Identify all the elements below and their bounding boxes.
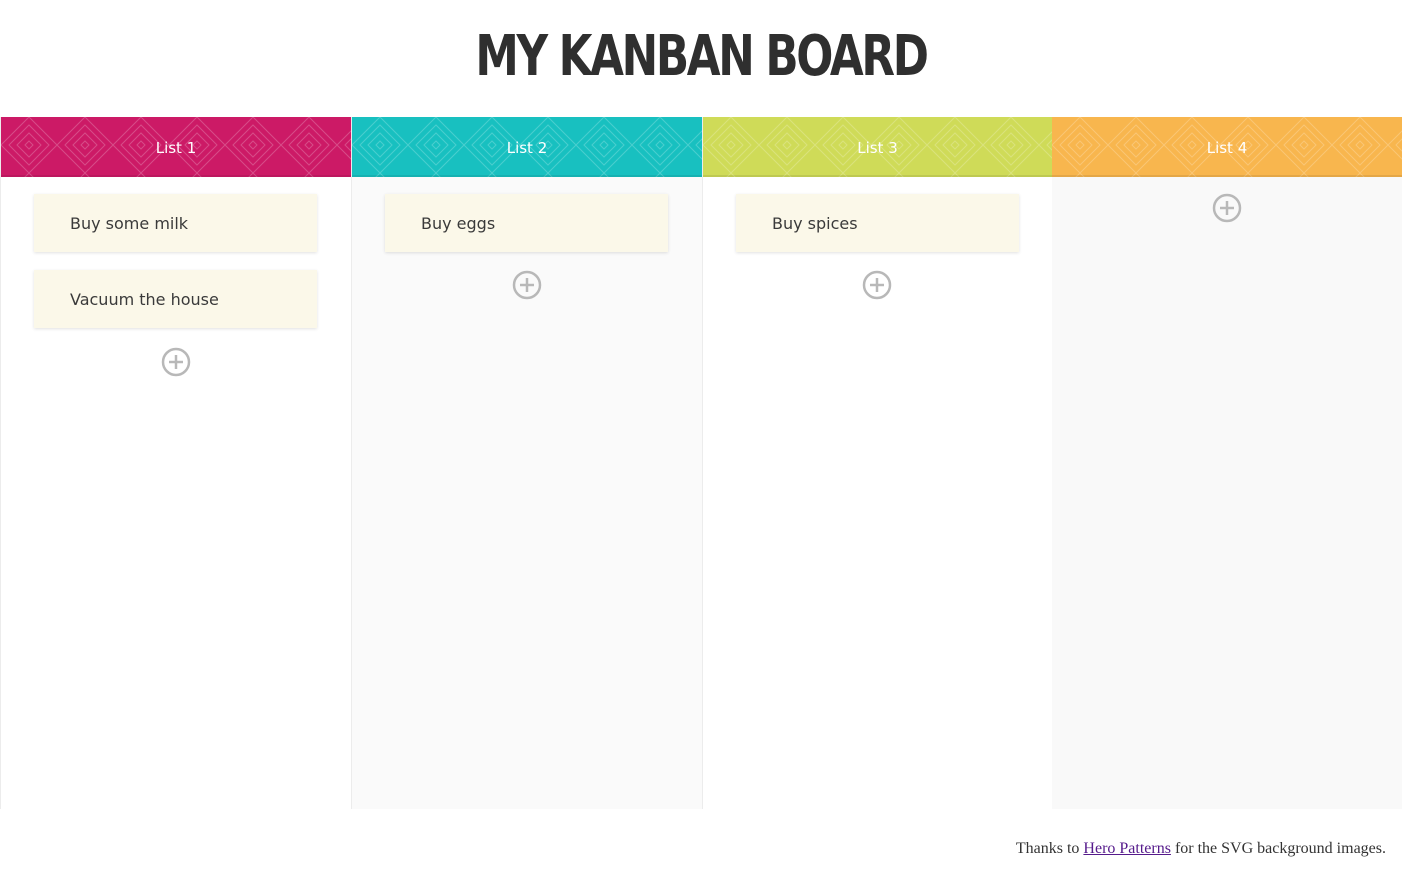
list-header-2: List 2 — [352, 117, 702, 177]
card[interactable]: Buy spices — [736, 194, 1019, 252]
add-card-button[interactable] — [862, 270, 892, 300]
kanban-board: List 1 Buy some milk Vacuum the house Li… — [0, 117, 1402, 809]
plus-circle-icon — [512, 270, 542, 300]
list-header-1: List 1 — [1, 117, 351, 177]
list-title: List 3 — [857, 139, 898, 157]
hero-patterns-link[interactable]: Hero Patterns — [1083, 840, 1171, 857]
page-title: MY KANBAN BOARD — [475, 24, 929, 89]
list-title: List 4 — [1206, 139, 1248, 157]
list-column-3: List 3 Buy spices — [702, 117, 1052, 809]
card[interactable]: Buy eggs — [385, 194, 668, 252]
list-header-4: List 4 — [1052, 117, 1402, 177]
plus-circle-icon — [161, 347, 191, 377]
footer-credits: Thanks to Hero Patterns for the SVG back… — [1016, 840, 1386, 858]
plus-circle-icon — [1212, 193, 1242, 223]
card[interactable]: Buy some milk — [34, 194, 317, 252]
card[interactable]: Vacuum the house — [34, 270, 317, 328]
plus-circle-icon — [862, 270, 892, 300]
add-card-button[interactable] — [1212, 193, 1242, 223]
footer-suffix: for the SVG background images. — [1174, 840, 1386, 857]
list-title: List 1 — [155, 139, 197, 157]
list-title: List 2 — [506, 139, 548, 157]
list-header-3: List 3 — [703, 117, 1052, 177]
add-card-button[interactable] — [161, 347, 191, 377]
list-column-1: List 1 Buy some milk Vacuum the house — [0, 117, 351, 809]
list-column-2: List 2 Buy eggs — [351, 117, 702, 809]
add-card-button[interactable] — [512, 270, 542, 300]
footer-prefix: Thanks to — [1015, 840, 1080, 857]
list-column-4: List 4 — [1052, 117, 1402, 809]
